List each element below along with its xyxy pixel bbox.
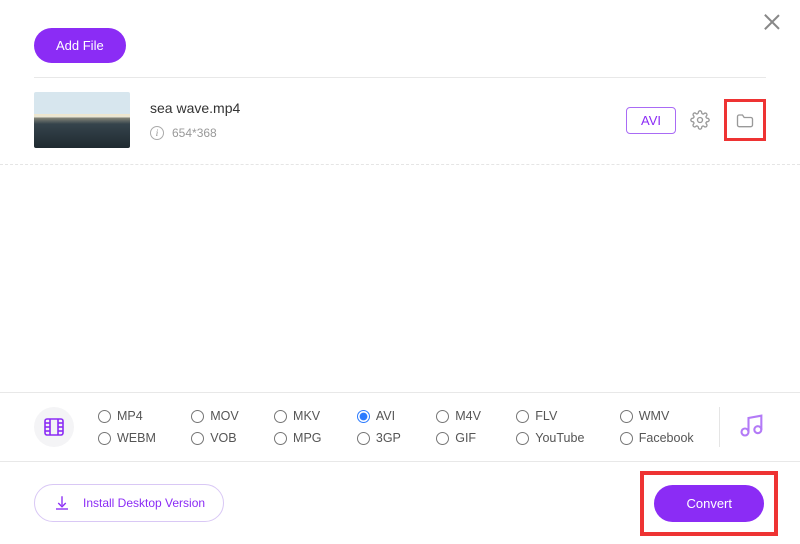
install-desktop-button[interactable]: Install Desktop Version — [34, 484, 224, 522]
format-option-wmv[interactable]: WMV — [620, 409, 705, 423]
format-label: 3GP — [376, 431, 401, 445]
format-label: WMV — [639, 409, 670, 423]
convert-button[interactable]: Convert — [654, 485, 764, 522]
file-row: sea wave.mp4 i 654*368 AVI — [0, 78, 800, 165]
format-option-facebook[interactable]: Facebook — [620, 431, 705, 445]
gear-icon[interactable] — [690, 110, 710, 130]
convert-highlight: Convert — [640, 471, 778, 536]
format-option-mp4[interactable]: MP4 — [98, 409, 167, 423]
format-option-mkv[interactable]: MKV — [274, 409, 333, 423]
separator — [719, 407, 720, 447]
format-label: FLV — [535, 409, 557, 423]
format-label: MPG — [293, 431, 321, 445]
format-label: YouTube — [535, 431, 584, 445]
format-bar: MP4 MOV MKV AVI M4V FLV WMV WEBM VOB MPG 3GP GIF You… — [0, 392, 800, 462]
footer: Install Desktop Version Convert — [0, 462, 800, 544]
format-option-gif[interactable]: GIF — [436, 431, 492, 445]
folder-icon[interactable] — [735, 110, 755, 130]
format-label: Facebook — [639, 431, 694, 445]
output-folder-highlight — [724, 99, 766, 141]
format-option-mov[interactable]: MOV — [191, 409, 250, 423]
install-label: Install Desktop Version — [83, 496, 205, 510]
format-option-webm[interactable]: WEBM — [98, 431, 167, 445]
format-option-vob[interactable]: VOB — [191, 431, 250, 445]
format-label: MP4 — [117, 409, 143, 423]
info-icon[interactable]: i — [150, 126, 164, 140]
video-category-icon[interactable] — [34, 407, 74, 447]
format-option-3gp[interactable]: 3GP — [357, 431, 412, 445]
format-option-mpg[interactable]: MPG — [274, 431, 333, 445]
target-format-button[interactable]: AVI — [626, 107, 676, 134]
file-meta: sea wave.mp4 i 654*368 — [150, 100, 626, 140]
format-label: GIF — [455, 431, 476, 445]
format-label: AVI — [376, 409, 395, 423]
format-label: MKV — [293, 409, 320, 423]
format-label: WEBM — [117, 431, 156, 445]
add-file-button[interactable]: Add File — [34, 28, 126, 63]
format-grid: MP4 MOV MKV AVI M4V FLV WMV WEBM VOB MPG 3GP GIF You… — [98, 409, 705, 445]
format-option-avi[interactable]: AVI — [357, 409, 412, 423]
video-thumbnail[interactable] — [34, 92, 130, 148]
format-label: VOB — [210, 431, 236, 445]
download-icon — [53, 494, 71, 512]
format-option-m4v[interactable]: M4V — [436, 409, 492, 423]
file-name: sea wave.mp4 — [150, 100, 626, 116]
format-label: M4V — [455, 409, 481, 423]
music-icon[interactable] — [738, 411, 766, 444]
format-option-flv[interactable]: FLV — [516, 409, 595, 423]
close-icon[interactable] — [762, 12, 782, 32]
file-dimensions: 654*368 — [172, 126, 217, 140]
format-label: MOV — [210, 409, 238, 423]
format-option-youtube[interactable]: YouTube — [516, 431, 595, 445]
